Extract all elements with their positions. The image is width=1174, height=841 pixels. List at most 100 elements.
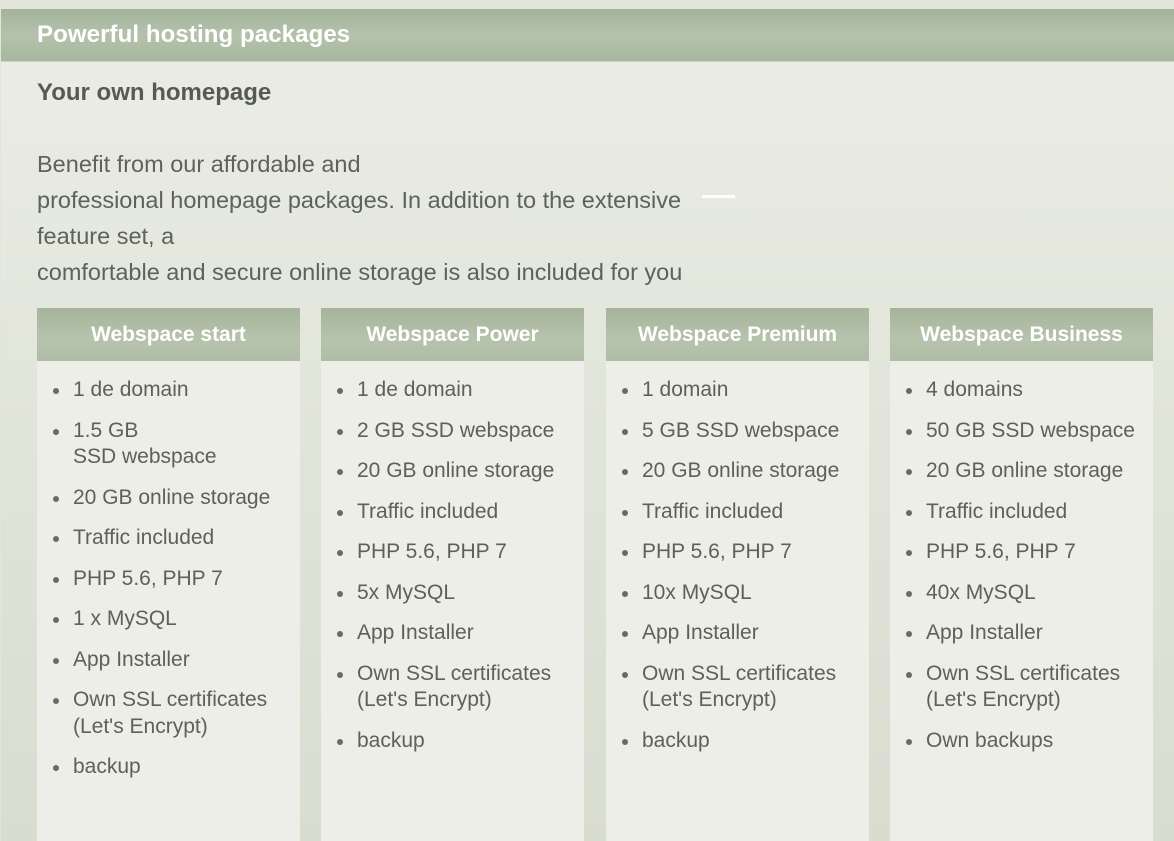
feature-item: 50 GB SSD webspace (890, 418, 1153, 445)
bullet-icon (906, 738, 912, 745)
feature-text: 1 de domain (357, 378, 473, 401)
bullet-icon (53, 657, 59, 664)
bullet-icon (906, 631, 912, 637)
bullet-icon (906, 550, 912, 556)
feature-text: App Installer (926, 621, 1043, 644)
plan-card-start: Webspace start 1 de domain 1.5 GB SSD webs… (37, 308, 300, 841)
feature-text: 5x MySQL (357, 580, 456, 604)
feature-item: 20 GB online storage (321, 458, 584, 485)
bullet-icon (337, 738, 343, 745)
feature-item: Own SSL certificates (Let's Encrypt) (321, 661, 584, 714)
bullet-icon (622, 550, 628, 556)
bullet-icon (337, 428, 343, 435)
bullet-icon (337, 388, 343, 394)
feature-text: PHP 5.6, PHP 7 (357, 540, 507, 563)
feature-text: Own backups (926, 728, 1054, 752)
bullet-icon (622, 671, 628, 678)
feature-text: Traffic included (642, 499, 784, 523)
feature-item: Own backups (890, 728, 1153, 755)
bullet-icon (906, 671, 912, 678)
panel-header: Powerful hosting packages (1, 9, 1174, 62)
feature-text: Traffic included (73, 526, 215, 549)
hosting-packages-panel: Powerful hosting packages Your own homep… (1, 9, 1174, 841)
feature-text: 5 GB SSD webspace (642, 418, 840, 442)
feature-text: 40x MySQL (926, 580, 1036, 604)
bullet-icon (906, 590, 912, 597)
feature-item: 5 GB SSD webspace (606, 418, 869, 445)
section-subtitle: Your own homepage (37, 79, 272, 106)
feature-text: 20 GB online storage (926, 459, 1124, 482)
feature-item: 1 de domain (37, 377, 300, 404)
bullet-icon (337, 469, 343, 475)
feature-item: Own SSL certificates (Let's Encrypt) (37, 687, 300, 740)
feature-text: 50 GB SSD webspace (926, 418, 1135, 442)
bullet-icon (337, 590, 343, 597)
bullet-icon (53, 495, 59, 502)
feature-text: App Installer (642, 621, 759, 644)
plan-title: Webspace Business (890, 308, 1153, 361)
feature-text: PHP 5.6, PHP 7 (926, 540, 1076, 563)
bullet-icon (622, 590, 628, 597)
feature-item: 4 domains (890, 377, 1153, 404)
feature-text: 4 domains (926, 378, 1023, 401)
bullet-icon (622, 388, 628, 394)
feature-text: Own SSL certificates (Let's Encrypt) (926, 661, 1121, 712)
feature-item: App Installer (606, 620, 869, 647)
feature-list: 1 de domain 1.5 GB SSD webspace 20 GB onlin… (37, 361, 300, 781)
feature-item: App Installer (37, 647, 300, 674)
feature-list: 1 domain 5 GB SSD webspace 20 GB online st… (606, 361, 869, 754)
feature-item: 1 x MySQL (37, 606, 300, 633)
bullet-icon (53, 698, 59, 704)
plan-title: Webspace Power (321, 308, 584, 361)
feature-item: Traffic included (321, 499, 584, 526)
feature-text: 1 de domain (73, 378, 189, 401)
feature-item: Traffic included (890, 499, 1153, 526)
bullet-icon (53, 536, 59, 542)
feature-item: Traffic included (37, 525, 300, 552)
bullet-icon (53, 428, 59, 435)
feature-item: PHP 5.6, PHP 7 (890, 539, 1153, 566)
feature-item: Traffic included (606, 499, 869, 526)
bullet-icon (622, 509, 628, 516)
feature-text: Own SSL certificates (Let's Encrypt) (73, 688, 268, 738)
feature-text: App Installer (73, 647, 190, 671)
feature-item: 20 GB online storage (890, 458, 1153, 485)
feature-text: 1.5 GB SSD webspace (73, 418, 217, 469)
intro-line: professional homepage packages. In addit… (37, 187, 682, 213)
bullet-icon (906, 428, 912, 435)
plan-title: Webspace Premium (606, 308, 869, 361)
bullet-icon (622, 631, 628, 637)
feature-text: 2 GB SSD webspace (357, 418, 555, 442)
feature-item: Own SSL certificates (Let's Encrypt) (606, 661, 869, 714)
feature-item: 20 GB online storage (606, 458, 869, 485)
feature-item: backup (37, 754, 300, 781)
feature-text: PHP 5.6, PHP 7 (642, 540, 792, 563)
feature-text: 1 domain (642, 378, 729, 401)
bullet-icon (53, 765, 59, 771)
feature-text: 20 GB online storage (357, 459, 555, 482)
feature-item: backup (321, 728, 584, 755)
intro-line: comfortable and secure online storage is… (37, 259, 683, 285)
bullet-icon (622, 428, 628, 435)
feature-text: Traffic included (926, 499, 1068, 523)
feature-text: Own SSL certificates (Let's Encrypt) (642, 661, 837, 712)
feature-text: PHP 5.6, PHP 7 (73, 566, 223, 590)
plan-card-premium: Webspace Premium 1 domain 5 GB SSD webspa… (606, 308, 869, 841)
bullet-icon (337, 631, 343, 637)
intro-paragraph: Benefit from our affordable and professi… (37, 146, 797, 290)
feature-text: Traffic included (357, 499, 499, 523)
feature-item: 20 GB online storage (37, 485, 300, 512)
bullet-icon (337, 671, 343, 678)
feature-text: 10x MySQL (642, 580, 752, 604)
feature-item: Own SSL certificates (Let's Encrypt) (890, 661, 1153, 714)
feature-item: 1 de domain (321, 377, 584, 404)
feature-text: App Installer (357, 621, 474, 644)
plan-card-power: Webspace Power 1 de domain 2 GB SSD websp… (321, 308, 584, 841)
feature-item: backup (606, 728, 869, 755)
bullet-icon (622, 738, 628, 745)
bullet-icon (622, 469, 628, 475)
feature-item: App Installer (890, 620, 1153, 647)
bullet-icon (53, 388, 59, 394)
feature-item: 10x MySQL (606, 580, 869, 607)
plan-card-business: Webspace Business 4 domains 50 GB SSD web… (890, 308, 1153, 841)
